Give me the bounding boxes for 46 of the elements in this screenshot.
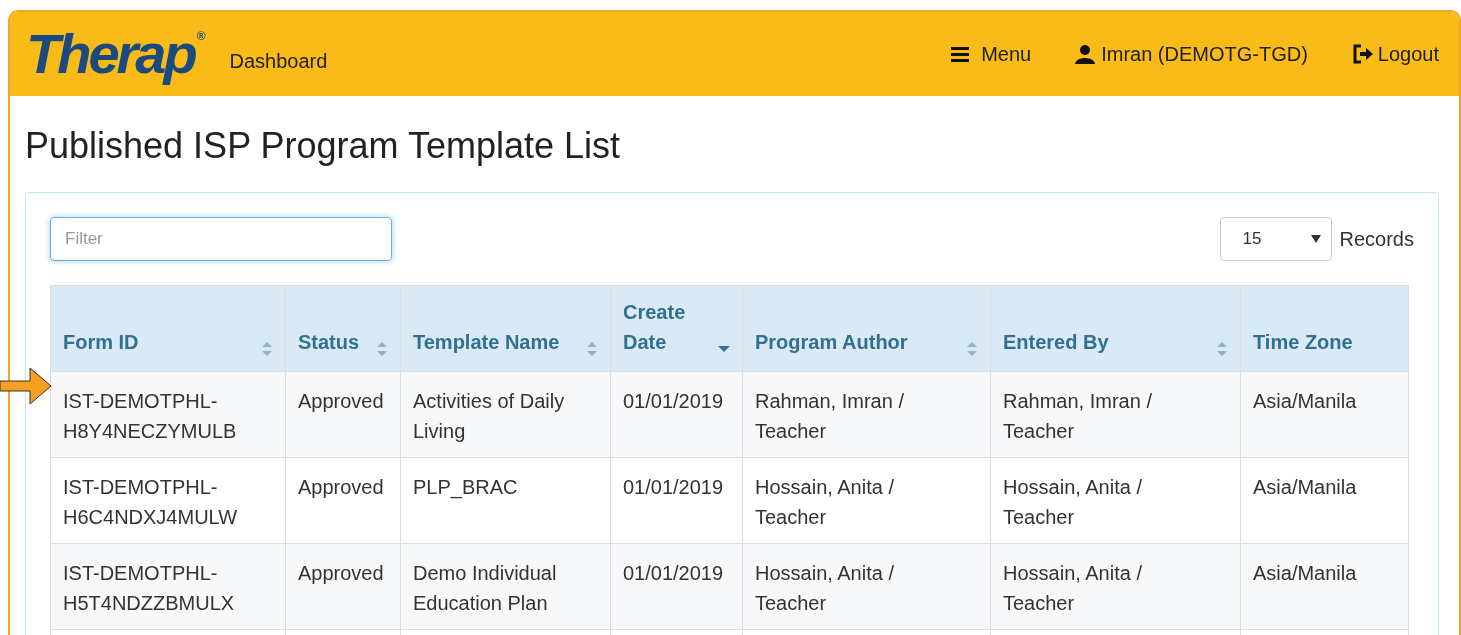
- column-header[interactable]: Entered By: [990, 285, 1241, 372]
- page-title: Published ISP Program Template List: [25, 124, 621, 168]
- sort-icon[interactable]: [966, 341, 978, 357]
- table-cell: Rahman, Imran / Teacher: [742, 371, 991, 458]
- table-cell: Asia/Manila: [1240, 371, 1409, 458]
- table-cell: Rahman, Imran / Teacher: [990, 371, 1241, 458]
- table-cell: 01/01/2019: [610, 457, 743, 544]
- table-cell: Approved: [285, 543, 401, 630]
- table-cell: Asia/Manila: [1240, 543, 1409, 630]
- table-cell: Hossain, Anita / Teacher: [742, 543, 991, 630]
- table-cell: Hossain, Anita / Teacher: [990, 457, 1241, 544]
- sort-descending-icon[interactable]: [718, 345, 730, 353]
- sort-icon[interactable]: [376, 341, 388, 357]
- table-cell: PLP_BRAC: [400, 457, 611, 544]
- table-cell: IST-DEMOTPHL-H5T4NDZZBMULX: [50, 543, 286, 630]
- logout-link[interactable]: Logout: [1351, 39, 1439, 69]
- table-cell: 01/01/2019: [610, 543, 743, 630]
- table-cell: Activities of Daily Living: [400, 371, 611, 458]
- sort-icon[interactable]: [586, 341, 598, 357]
- records-select[interactable]: 15: [1219, 217, 1332, 261]
- table-cell: Approved: [285, 457, 401, 544]
- table-cell: Approved: [285, 371, 401, 458]
- table-cell: Hossain, Anita / Teacher: [742, 457, 991, 544]
- sort-icon[interactable]: [261, 341, 273, 357]
- column-header[interactable]: Form ID: [50, 285, 286, 372]
- menu-link[interactable]: Menu: [951, 39, 1032, 69]
- column-header[interactable]: Template Name: [400, 285, 611, 372]
- table-cell: Asia/Manila: [1240, 457, 1409, 544]
- sort-icon[interactable]: [1216, 341, 1228, 357]
- column-header[interactable]: Create Date: [610, 285, 743, 372]
- user-link[interactable]: Imran (DEMOTG-TGD): [1075, 39, 1308, 69]
- table-cell: 01/01/2019: [610, 371, 743, 458]
- column-header[interactable]: Program Author: [742, 285, 991, 372]
- column-header[interactable]: Time Zone: [1240, 285, 1409, 372]
- table-cell: IST-DEMOTPHL-H6C4NDXJ4MULW: [50, 457, 286, 544]
- user-icon: [1075, 44, 1096, 64]
- logout-icon: [1351, 44, 1374, 64]
- filter-field[interactable]: Filter: [50, 217, 392, 261]
- dashboard-link[interactable]: Dashboard: [229, 46, 328, 76]
- menu-icon: [951, 46, 970, 62]
- table-cell: IST-DEMOTPHL-H8Y4NECZYMULB: [50, 371, 286, 458]
- records-label: Records: [1339, 227, 1414, 252]
- table-cell: Hossain, Anita / Teacher: [990, 543, 1241, 630]
- caret-icon: [1310, 235, 1321, 243]
- column-header[interactable]: Status: [285, 285, 401, 372]
- table-cell: Demo Individual Education Plan: [400, 543, 611, 630]
